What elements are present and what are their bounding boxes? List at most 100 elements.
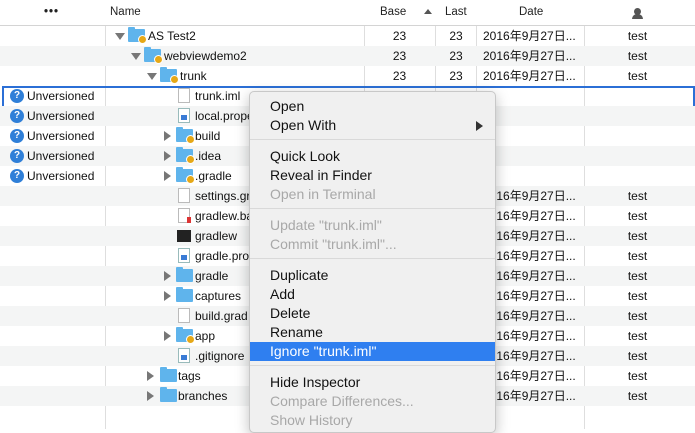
submenu-arrow-icon <box>476 121 483 131</box>
last-column-header[interactable]: Last <box>445 0 467 25</box>
row-date: 2016年9月27日... <box>483 69 576 83</box>
menu-item-delete[interactable]: Delete <box>250 304 495 323</box>
menu-item-hide-inspector[interactable]: Hide Inspector <box>250 373 495 392</box>
disclosure-closed-icon[interactable] <box>164 331 171 341</box>
menu-item-update: Update "trunk.iml" <box>270 217 382 233</box>
menu-separator <box>250 258 495 259</box>
folder-icon <box>176 327 195 344</box>
row-base: 23 <box>392 69 407 83</box>
row-user: test <box>627 229 648 243</box>
unversioned-icon: ? <box>10 109 24 123</box>
row-name: branches <box>178 389 228 403</box>
row-date: 2016年9月27日... <box>483 29 576 43</box>
row-name: gradle <box>195 269 229 283</box>
row-user: test <box>627 289 648 303</box>
menu-item-reveal-in-finder[interactable]: Reveal in Finder <box>250 166 495 185</box>
row-user: test <box>627 269 648 283</box>
row-date: 2016年9月27日... <box>483 269 576 283</box>
folder-icon <box>176 267 193 282</box>
row-user: test <box>627 209 648 223</box>
menu-item-rename[interactable]: Rename <box>250 323 495 342</box>
disclosure-open-icon[interactable] <box>147 73 157 80</box>
folder-icon <box>160 67 179 84</box>
row-name: webviewdemo2 <box>164 49 247 63</box>
row-name: .gitignore <box>195 349 245 363</box>
row-base: 23 <box>392 49 407 63</box>
menu-separator <box>250 365 495 366</box>
row-status: Unversioned <box>27 109 95 123</box>
disclosure-closed-icon[interactable] <box>147 371 154 381</box>
unversioned-icon: ? <box>10 169 24 183</box>
disclosure-open-icon[interactable] <box>115 33 125 40</box>
row-date: 2016年9月27日... <box>483 389 576 403</box>
menu-item-open-with[interactable]: Open With <box>250 116 495 135</box>
name-column-header[interactable]: Name <box>110 0 141 25</box>
table-header: ••• Name Base Last Date <box>0 0 695 26</box>
disclosure-closed-icon[interactable] <box>147 391 154 401</box>
base-column-header[interactable]: Base <box>380 0 406 25</box>
row-user: test <box>627 189 648 203</box>
menu-item-quick-look[interactable]: Quick Look <box>250 147 495 166</box>
row-user: test <box>627 249 648 263</box>
folder-icon <box>160 387 177 402</box>
terminal-icon <box>177 230 191 242</box>
disclosure-closed-icon[interactable] <box>164 171 171 181</box>
author-column-icon-body <box>632 14 643 19</box>
menu-item-duplicate[interactable]: Duplicate <box>250 266 495 285</box>
folder-icon <box>176 167 195 184</box>
status-column-header[interactable]: ••• <box>44 0 59 25</box>
table-row[interactable]: webviewdemo2 23 23 2016年9月27日... test <box>0 46 695 66</box>
row-date: 2016年9月27日... <box>483 209 576 223</box>
disclosure-open-icon[interactable] <box>131 53 141 60</box>
row-name: local.prope <box>195 109 254 123</box>
row-date: 2016年9月27日... <box>483 309 576 323</box>
row-date: 2016年9月27日... <box>483 249 576 263</box>
row-user: test <box>627 389 648 403</box>
row-name: tags <box>178 369 201 383</box>
menu-item-open[interactable]: Open <box>250 97 495 116</box>
row-last: 23 <box>449 69 463 83</box>
disclosure-closed-icon[interactable] <box>164 271 171 281</box>
menu-item-commit: Commit "trunk.iml"... <box>270 236 397 252</box>
batch-file-icon <box>178 208 191 223</box>
properties-file-icon <box>178 248 190 263</box>
menu-item-open-in-terminal: Open in Terminal <box>270 186 376 202</box>
row-date: 2016年9月27日... <box>483 49 576 63</box>
disclosure-closed-icon[interactable] <box>164 151 171 161</box>
unversioned-icon: ? <box>10 149 24 163</box>
properties-file-icon <box>178 108 190 123</box>
row-user: test <box>627 369 648 383</box>
sort-ascending-icon <box>424 9 432 14</box>
menu-item-show-history: Show History <box>270 412 353 428</box>
row-name: app <box>195 329 216 343</box>
menu-separator <box>250 139 495 140</box>
table-row[interactable]: AS Test2 23 23 2016年9月27日... test <box>0 26 695 46</box>
row-name: settings.gr <box>195 189 251 203</box>
gradle-file-icon <box>178 188 190 203</box>
menu-item-open-with-label: Open With <box>270 117 337 133</box>
menu-item-ignore[interactable]: Ignore "trunk.iml" <box>250 342 495 361</box>
row-date: 2016年9月27日... <box>483 289 576 303</box>
disclosure-closed-icon[interactable] <box>164 291 171 301</box>
row-date: 2016年9月27日... <box>483 349 576 363</box>
folder-icon <box>176 147 195 164</box>
folder-icon <box>144 47 163 64</box>
folder-icon <box>128 27 147 44</box>
row-user: test <box>627 69 648 83</box>
row-last: 23 <box>449 29 463 43</box>
row-name: AS Test2 <box>148 29 196 43</box>
row-name: build <box>195 129 221 143</box>
row-name: build.grad <box>195 309 248 323</box>
disclosure-closed-icon[interactable] <box>164 131 171 141</box>
row-name: gradle.pro <box>195 249 250 263</box>
table-row[interactable]: trunk 23 23 2016年9月27日... test <box>0 66 695 86</box>
date-column-header[interactable]: Date <box>519 0 543 25</box>
gradle-file-icon <box>178 308 190 323</box>
context-menu: Open Open With Quick Look Reveal in Find… <box>249 91 496 433</box>
row-status: Unversioned <box>27 149 95 163</box>
row-user: test <box>627 49 648 63</box>
menu-item-add[interactable]: Add <box>250 285 495 304</box>
row-last: 23 <box>449 49 463 63</box>
menu-separator <box>250 208 495 209</box>
folder-icon <box>176 287 193 302</box>
